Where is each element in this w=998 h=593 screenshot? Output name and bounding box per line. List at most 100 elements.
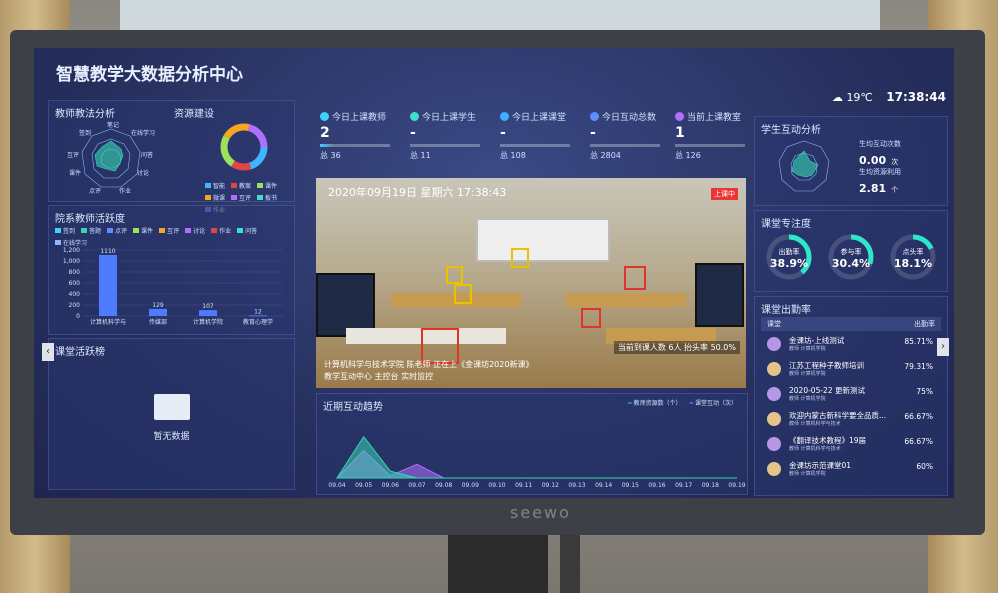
panel-title: 院系教师活跃度: [55, 214, 125, 225]
stat-teachers: 今日上课教师 2 总 36: [320, 110, 406, 170]
x-tick-label: 09.05: [355, 482, 372, 489]
y-tick-label: 1,000: [63, 258, 80, 265]
whiteboard: [476, 218, 610, 262]
metric-label: 生均资源利用: [859, 168, 901, 176]
attendance-row[interactable]: 《翻译技术教程》19届 教师 计算机科学与技术 66.67%: [761, 435, 933, 456]
clock: 17:38:44: [886, 90, 946, 104]
camera-caption: 计算机科学与技术学院 陈老师 正在上《金课坊2020新课》: [324, 360, 534, 369]
bar: [149, 308, 167, 316]
y-tick-label: 1,200: [63, 247, 80, 254]
legend-item: 讨论: [185, 226, 205, 235]
monitor-brand-logo: seewo: [510, 503, 571, 522]
attendance-rate: 79.31%: [904, 362, 933, 371]
attendance-rate: 85.71%: [904, 337, 933, 346]
course-teacher: 教师 计算机学院: [789, 396, 826, 402]
legend-item: 教案: [231, 181, 251, 190]
x-tick-label: 09.16: [648, 482, 665, 489]
room-icon: [675, 112, 684, 121]
student-metric: 生均互动次数 0.00 次: [859, 139, 901, 168]
col-header-rate: 出勤率: [914, 320, 935, 328]
attendance-rate: 75%: [916, 387, 933, 396]
gauge-value: 30.4%: [831, 257, 871, 270]
y-tick-label: 800: [69, 269, 81, 276]
legend-item: 微课: [205, 193, 225, 202]
attendance-row[interactable]: 金课坊示范课堂01 教师 计算机学院 60%: [761, 460, 933, 481]
x-tick-label: 09.13: [568, 482, 585, 489]
legend-item: 作业: [211, 226, 231, 235]
stats-row: 今日上课教师 2 总 36 今日上课学生 - 总 11 今日上课课堂 - 总 1…: [320, 110, 760, 170]
legend-item: 板书: [257, 193, 277, 202]
x-tick-label: 09.08: [435, 482, 452, 489]
x-tick-label: 09.15: [622, 482, 639, 489]
bar-value-label: 12: [254, 308, 262, 315]
attendance-row[interactable]: 2020-05-22 更新测试 教师 计算机学院 75%: [761, 385, 933, 406]
stat-value: -: [590, 125, 596, 141]
x-tick-label: 09.19: [728, 482, 745, 489]
gauge-label: 点头率: [902, 248, 924, 256]
cloud-icon: ☁: [831, 91, 843, 104]
x-tick-label: 传媒部: [149, 318, 167, 326]
camera-caption-secondary: 教学互动中心 主控台 实时监控: [324, 372, 434, 381]
panel-title-resources: 资源建设: [174, 109, 214, 120]
student-metric: 生均资源利用 2.81 个: [859, 167, 901, 196]
stat-value: -: [500, 125, 506, 141]
student-icon: [410, 112, 419, 121]
radar-label: 点评: [89, 187, 101, 195]
legend-item: 课件: [257, 181, 277, 190]
stat-total: 总 2804: [590, 151, 621, 160]
nav-right-arrow[interactable]: ›: [937, 338, 949, 356]
radar-label: 作业: [119, 187, 131, 195]
teacher-icon: [320, 112, 329, 121]
bar: [249, 315, 267, 317]
legend-item: 互评: [231, 193, 251, 202]
interaction-icon: [590, 112, 599, 121]
desk: [566, 293, 686, 307]
metric-value: 0.00: [859, 154, 887, 167]
attendance-row[interactable]: 欢迎内蒙古新科学要全品质... 教师 计算机科学与技术 66.67%: [761, 410, 933, 431]
classroom-camera-feed[interactable]: 2020年09月19日 星期六 17:38:43 上课中 当前到课人数 6人 抬…: [316, 178, 746, 388]
series-area: [336, 435, 737, 479]
stat-total: 总 36: [320, 151, 341, 160]
classroom-ranking-panel: 课堂活跃榜 暂无数据: [48, 338, 295, 490]
window: [120, 0, 880, 30]
x-tick-label: 09.11: [515, 482, 532, 489]
course-teacher: 教师 计算机科学与技术: [789, 446, 841, 452]
teaching-radar-chart: 笔记 在线学习 问答 讨论 作业 点评 课件 互评 签到: [67, 121, 155, 195]
attendance-row[interactable]: 金课坊-上线测试 教师 计算机学院 85.71%: [761, 335, 933, 356]
panel-title: 课堂活跃榜: [55, 347, 105, 358]
col-header-class: 课堂: [767, 320, 781, 328]
metric-unit: 个: [891, 186, 899, 194]
radar-label: 课件: [69, 169, 81, 177]
nav-left-arrow[interactable]: ‹: [42, 343, 54, 361]
attendance-row[interactable]: 江苏工程种子教师培训 教师 计算机学院 79.31%: [761, 360, 933, 381]
legend-item: 课件: [133, 226, 153, 235]
course-teacher: 教师 计算机科学与技术: [789, 421, 841, 427]
legend-item: 点评: [107, 226, 127, 235]
bar-value-label: 107: [202, 303, 214, 310]
course-teacher: 教师 计算机学院: [789, 371, 826, 377]
legend-item: 智能: [205, 181, 225, 190]
classroom-icon: [500, 112, 509, 121]
trend-area-chart: 09.04 09.05 09.06 09.07 09.08 09.09 09.10 09.11…: [328, 435, 746, 489]
y-tick-label: 400: [69, 291, 81, 298]
x-tick-label: 教育心理学: [243, 318, 273, 326]
radar-label: 签到: [79, 129, 91, 137]
avatar: [767, 362, 781, 376]
teaching-method-panel: 教师教法分析 资源建设 笔记 在线学习 问答 讨论 作业 点评 课件 互评 签到: [48, 100, 295, 214]
radar-label: 问答: [141, 151, 153, 159]
stat-value: -: [410, 125, 416, 141]
attendance-overlay: 当前到课人数 6人 抬头率 50.0%: [613, 341, 740, 354]
course-teacher: 教师 计算机学院: [789, 471, 826, 477]
legend-item: 签到: [55, 226, 75, 235]
metric-label: 生均互动次数: [859, 140, 901, 148]
face-detect-box: [454, 284, 472, 304]
stat-classes: 今日上课课堂 - 总 108: [500, 110, 586, 170]
stat-value: 1: [675, 125, 685, 141]
x-tick-label: 09.14: [595, 482, 612, 489]
panel-title: 教师教法分析: [55, 109, 115, 120]
avatar: [767, 387, 781, 401]
face-detect-box: [511, 248, 529, 268]
face-detect-box: [446, 266, 463, 284]
radar-label: 讨论: [137, 169, 149, 177]
table-header: 课堂 出勤率: [761, 317, 941, 331]
